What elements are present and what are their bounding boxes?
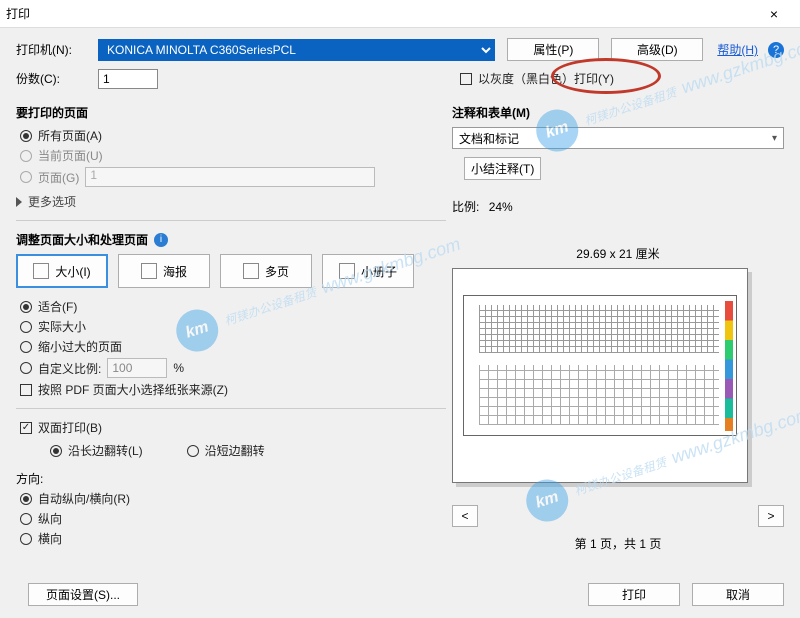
radio-all-pages[interactable]: 所有页面(A) [20, 127, 446, 144]
advanced-button[interactable]: 高级(D) [611, 38, 703, 61]
copies-row: 份数(C): 1 以灰度（黑白色）打印(Y) [16, 67, 784, 90]
cancel-button[interactable]: 取消 [692, 583, 784, 606]
scale-label: 比例: [452, 200, 479, 214]
window-title: 打印 [6, 5, 754, 22]
radio-flip-short[interactable]: 沿短边翻转 [187, 442, 265, 459]
copies-label: 份数(C): [16, 70, 98, 87]
orientation-label: 方向: [16, 470, 446, 487]
properties-button[interactable]: 属性(P) [507, 38, 599, 61]
tab-poster[interactable]: 海报 [118, 254, 210, 288]
summarize-comments-button[interactable]: 小结注释(T) [464, 157, 541, 180]
print-preview [452, 268, 748, 483]
radio-auto-orient[interactable]: 自动纵向/横向(R) [20, 490, 446, 507]
left-column: 要打印的页面 所有页面(A) 当前页面(U) 页面(G) 1 更多选项 调整页面… [16, 96, 446, 552]
comments-value: 文档和标记 [459, 130, 519, 147]
comments-select[interactable]: 文档和标记 ▾ [452, 127, 784, 149]
radio-pages[interactable]: 页面(G) 1 [20, 167, 446, 187]
grayscale-label: 以灰度（黑白色）打印(Y) [478, 70, 614, 87]
tab-booklet[interactable]: 小册子 [322, 254, 414, 288]
scale-value: 24% [489, 200, 513, 214]
radio-actual[interactable]: 实际大小 [20, 318, 446, 335]
pages-input: 1 [85, 167, 375, 187]
prev-page-button[interactable]: < [452, 505, 478, 527]
pdf-source-checkbox[interactable]: 按照 PDF 页面大小选择纸张来源(Z) [20, 381, 446, 398]
radio-custom[interactable]: 自定义比例: 100% [20, 358, 446, 378]
more-options-toggle[interactable]: 更多选项 [16, 193, 446, 210]
preview-legend [725, 301, 733, 431]
pages-group-title: 要打印的页面 [16, 104, 446, 121]
custom-scale-input: 100 [107, 358, 167, 378]
info-icon[interactable]: i [154, 233, 168, 247]
grayscale-checkbox[interactable]: 以灰度（黑白色）打印(Y) [460, 70, 614, 87]
page-indicator: 第 1 页，共 1 页 [452, 535, 784, 552]
tab-size[interactable]: 大小(I) [16, 254, 108, 288]
printer-select[interactable]: KONICA MINOLTA C360SeriesPCL [98, 39, 495, 61]
duplex-checkbox[interactable]: ✓双面打印(B) [20, 419, 446, 436]
print-button[interactable]: 打印 [588, 583, 680, 606]
help-icon[interactable]: ? [768, 42, 784, 58]
sizing-group-title: 调整页面大小和处理页面 [16, 231, 148, 248]
titlebar: 打印 × [0, 0, 800, 28]
sizing-tabs: 大小(I) 海报 多页 小册子 [16, 254, 446, 288]
page-setup-button[interactable]: 页面设置(S)... [28, 583, 138, 606]
printer-row: 打印机(N): KONICA MINOLTA C360SeriesPCL 属性(… [16, 38, 784, 61]
radio-fit[interactable]: 适合(F) [20, 298, 446, 315]
chevron-down-icon: ▾ [772, 133, 777, 144]
radio-shrink[interactable]: 缩小过大的页面 [20, 338, 446, 355]
preview-dimensions: 29.69 x 21 厘米 [452, 245, 784, 262]
copies-stepper[interactable]: 1 [98, 69, 158, 89]
tab-multi[interactable]: 多页 [220, 254, 312, 288]
printer-label: 打印机(N): [16, 41, 98, 58]
booklet-icon [339, 263, 355, 279]
poster-icon [141, 263, 157, 279]
comments-title: 注释和表单(M) [452, 104, 784, 121]
multi-icon [243, 263, 259, 279]
close-icon[interactable]: × [754, 6, 794, 22]
check-icon: ✓ [20, 422, 32, 434]
right-column: 注释和表单(M) 文档和标记 ▾ 小结注释(T) 比例: 24% 29.69 x… [446, 96, 784, 552]
help-link[interactable]: 帮助(H) [717, 41, 758, 58]
chevron-right-icon [16, 197, 22, 207]
radio-current-page[interactable]: 当前页面(U) [20, 147, 446, 164]
checkbox-icon [460, 73, 472, 85]
next-page-button[interactable]: > [758, 505, 784, 527]
radio-flip-long[interactable]: 沿长边翻转(L) [50, 442, 143, 459]
radio-portrait[interactable]: 纵向 [20, 510, 446, 527]
dialog-footer: 页面设置(S)... 打印 取消 [16, 583, 784, 606]
dialog-content: 打印机(N): KONICA MINOLTA C360SeriesPCL 属性(… [0, 28, 800, 618]
size-icon [33, 263, 49, 279]
radio-landscape[interactable]: 横向 [20, 530, 446, 547]
